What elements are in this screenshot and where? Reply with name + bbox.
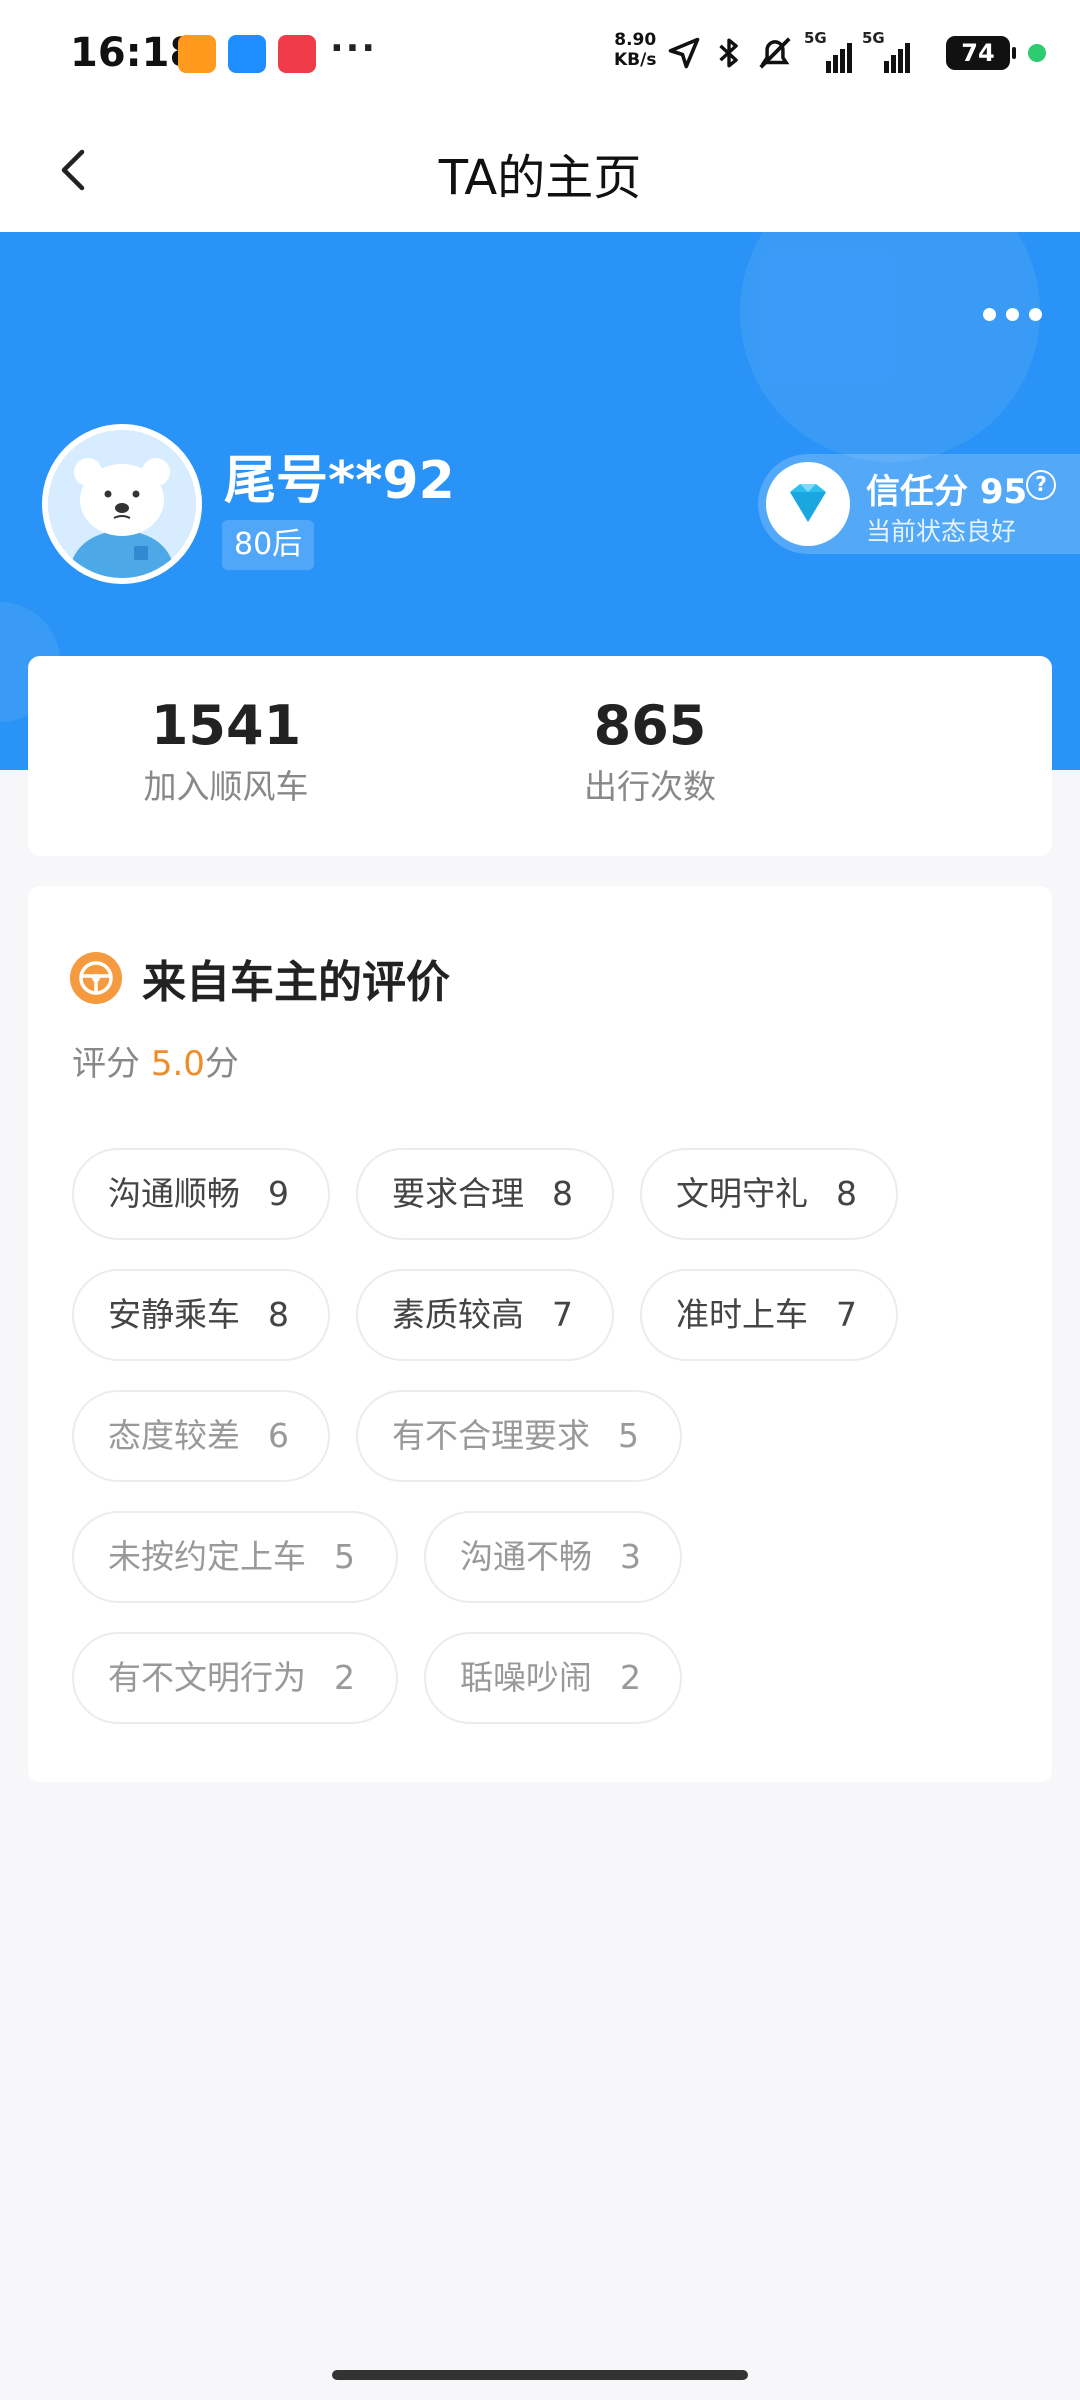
notification-app-icon (178, 35, 216, 73)
signal-icon: 5G (862, 29, 910, 73)
dot-icon (983, 308, 996, 321)
tag-count: 5 (618, 1416, 639, 1455)
user-nickname: 尾号**92 (224, 451, 455, 511)
bluetooth-icon (719, 38, 738, 68)
review-tag[interactable]: 沟通顺畅 9 (72, 1148, 330, 1240)
age-tag: 80后 (222, 520, 315, 570)
tag-label: 素质较高 (392, 1295, 524, 1334)
decorative-circle (740, 232, 1040, 462)
tag-count: 5 (334, 1537, 355, 1576)
stat-value: 865 (593, 694, 707, 757)
review-tag[interactable]: 要求合理 8 (356, 1148, 614, 1240)
more-menu-button[interactable] (983, 308, 1042, 321)
score-label: 评分 (72, 1044, 140, 1084)
review-tag[interactable]: 素质较高 7 (356, 1269, 614, 1361)
tag-label: 安静乘车 (108, 1295, 240, 1334)
dot-icon (1029, 308, 1042, 321)
privacy-indicator-icon (1028, 44, 1046, 62)
network-type: 5G (862, 29, 885, 47)
tag-label: 聒噪吵闹 (460, 1658, 592, 1697)
review-score: 评分 5.0分 (72, 1036, 239, 1085)
avatar[interactable] (42, 424, 202, 584)
tag-label: 沟通不畅 (460, 1537, 592, 1576)
tag-count: 7 (836, 1295, 857, 1334)
review-tag[interactable]: 聒噪吵闹 2 (424, 1632, 682, 1724)
tag-label: 未按约定上车 (108, 1537, 306, 1576)
bear-avatar-icon (48, 430, 196, 578)
trust-status: 当前状态良好 (866, 517, 1017, 546)
status-icons: 5G 5G (666, 28, 910, 78)
review-section-title: 来自车主的评价 (142, 957, 450, 1008)
review-tag[interactable]: 有不文明行为 2 (72, 1632, 398, 1724)
trust-score-badge[interactable]: 信任分 95 ? 当前状态良好 (758, 454, 1080, 554)
tag-label: 有不合理要求 (392, 1416, 590, 1455)
diamond-icon (766, 462, 850, 546)
help-icon[interactable]: ? (1026, 470, 1056, 500)
tag-count: 6 (268, 1416, 289, 1455)
trust-score: 信任分 95 (866, 472, 1028, 512)
tag-label: 要求合理 (392, 1174, 524, 1213)
signal-icon: 5G (804, 29, 852, 73)
tag-count: 2 (620, 1658, 641, 1697)
stats-card: 1541 加入顺风车 865 出行次数 (28, 656, 1052, 856)
tag-count: 8 (836, 1174, 857, 1213)
review-tag[interactable]: 安静乘车 8 (72, 1269, 330, 1361)
status-bar: 16:18 ··· 8.90 KB/s 5G 5G 74 (0, 0, 1080, 108)
battery-icon: 74 (946, 36, 1016, 70)
tag-count: 2 (334, 1658, 355, 1697)
steering-wheel-icon (70, 952, 122, 1004)
navigation-header: TA的主页 (0, 108, 1080, 232)
network-speed: 8.90 KB/s (614, 30, 656, 70)
network-type: 5G (804, 29, 827, 47)
tag-label: 态度较差 (108, 1416, 240, 1455)
dot-icon (1006, 308, 1019, 321)
mute-icon (759, 37, 791, 69)
tag-label: 有不文明行为 (108, 1658, 306, 1697)
notification-app-icon (228, 35, 266, 73)
stat-label: 出行次数 (584, 767, 716, 806)
home-indicator[interactable] (332, 2370, 748, 2380)
review-tag[interactable]: 沟通不畅 3 (424, 1511, 682, 1603)
tag-label: 文明守礼 (676, 1174, 808, 1213)
score-value: 5.0 (150, 1044, 205, 1084)
tag-label: 准时上车 (676, 1295, 808, 1334)
tag-label: 沟通顺畅 (108, 1174, 240, 1213)
tag-count: 7 (552, 1295, 573, 1334)
more-notifications-icon: ··· (330, 28, 378, 69)
review-tag[interactable]: 准时上车 7 (640, 1269, 898, 1361)
tag-count: 8 (552, 1174, 573, 1213)
location-icon (668, 37, 700, 69)
review-tag[interactable]: 有不合理要求 5 (356, 1390, 682, 1482)
network-speed-value: 8.90 (614, 30, 657, 50)
review-tag[interactable]: 态度较差 6 (72, 1390, 330, 1482)
notification-app-icon (278, 35, 316, 73)
tag-count: 9 (268, 1174, 289, 1213)
tag-count: 3 (620, 1537, 641, 1576)
review-card: 来自车主的评价 评分 5.0分 沟通顺畅 9 要求合理 8 文明守礼 8 安静乘车 8 … (28, 886, 1052, 1782)
network-speed-unit: KB/s (614, 50, 657, 70)
stat-trips: 865 出行次数 (540, 696, 1052, 808)
tag-count: 8 (268, 1295, 289, 1334)
score-unit: 分 (204, 1044, 239, 1084)
page-title: TA的主页 (438, 150, 642, 206)
review-tag[interactable]: 未按约定上车 5 (72, 1511, 398, 1603)
review-tag[interactable]: 文明守礼 8 (640, 1148, 898, 1240)
